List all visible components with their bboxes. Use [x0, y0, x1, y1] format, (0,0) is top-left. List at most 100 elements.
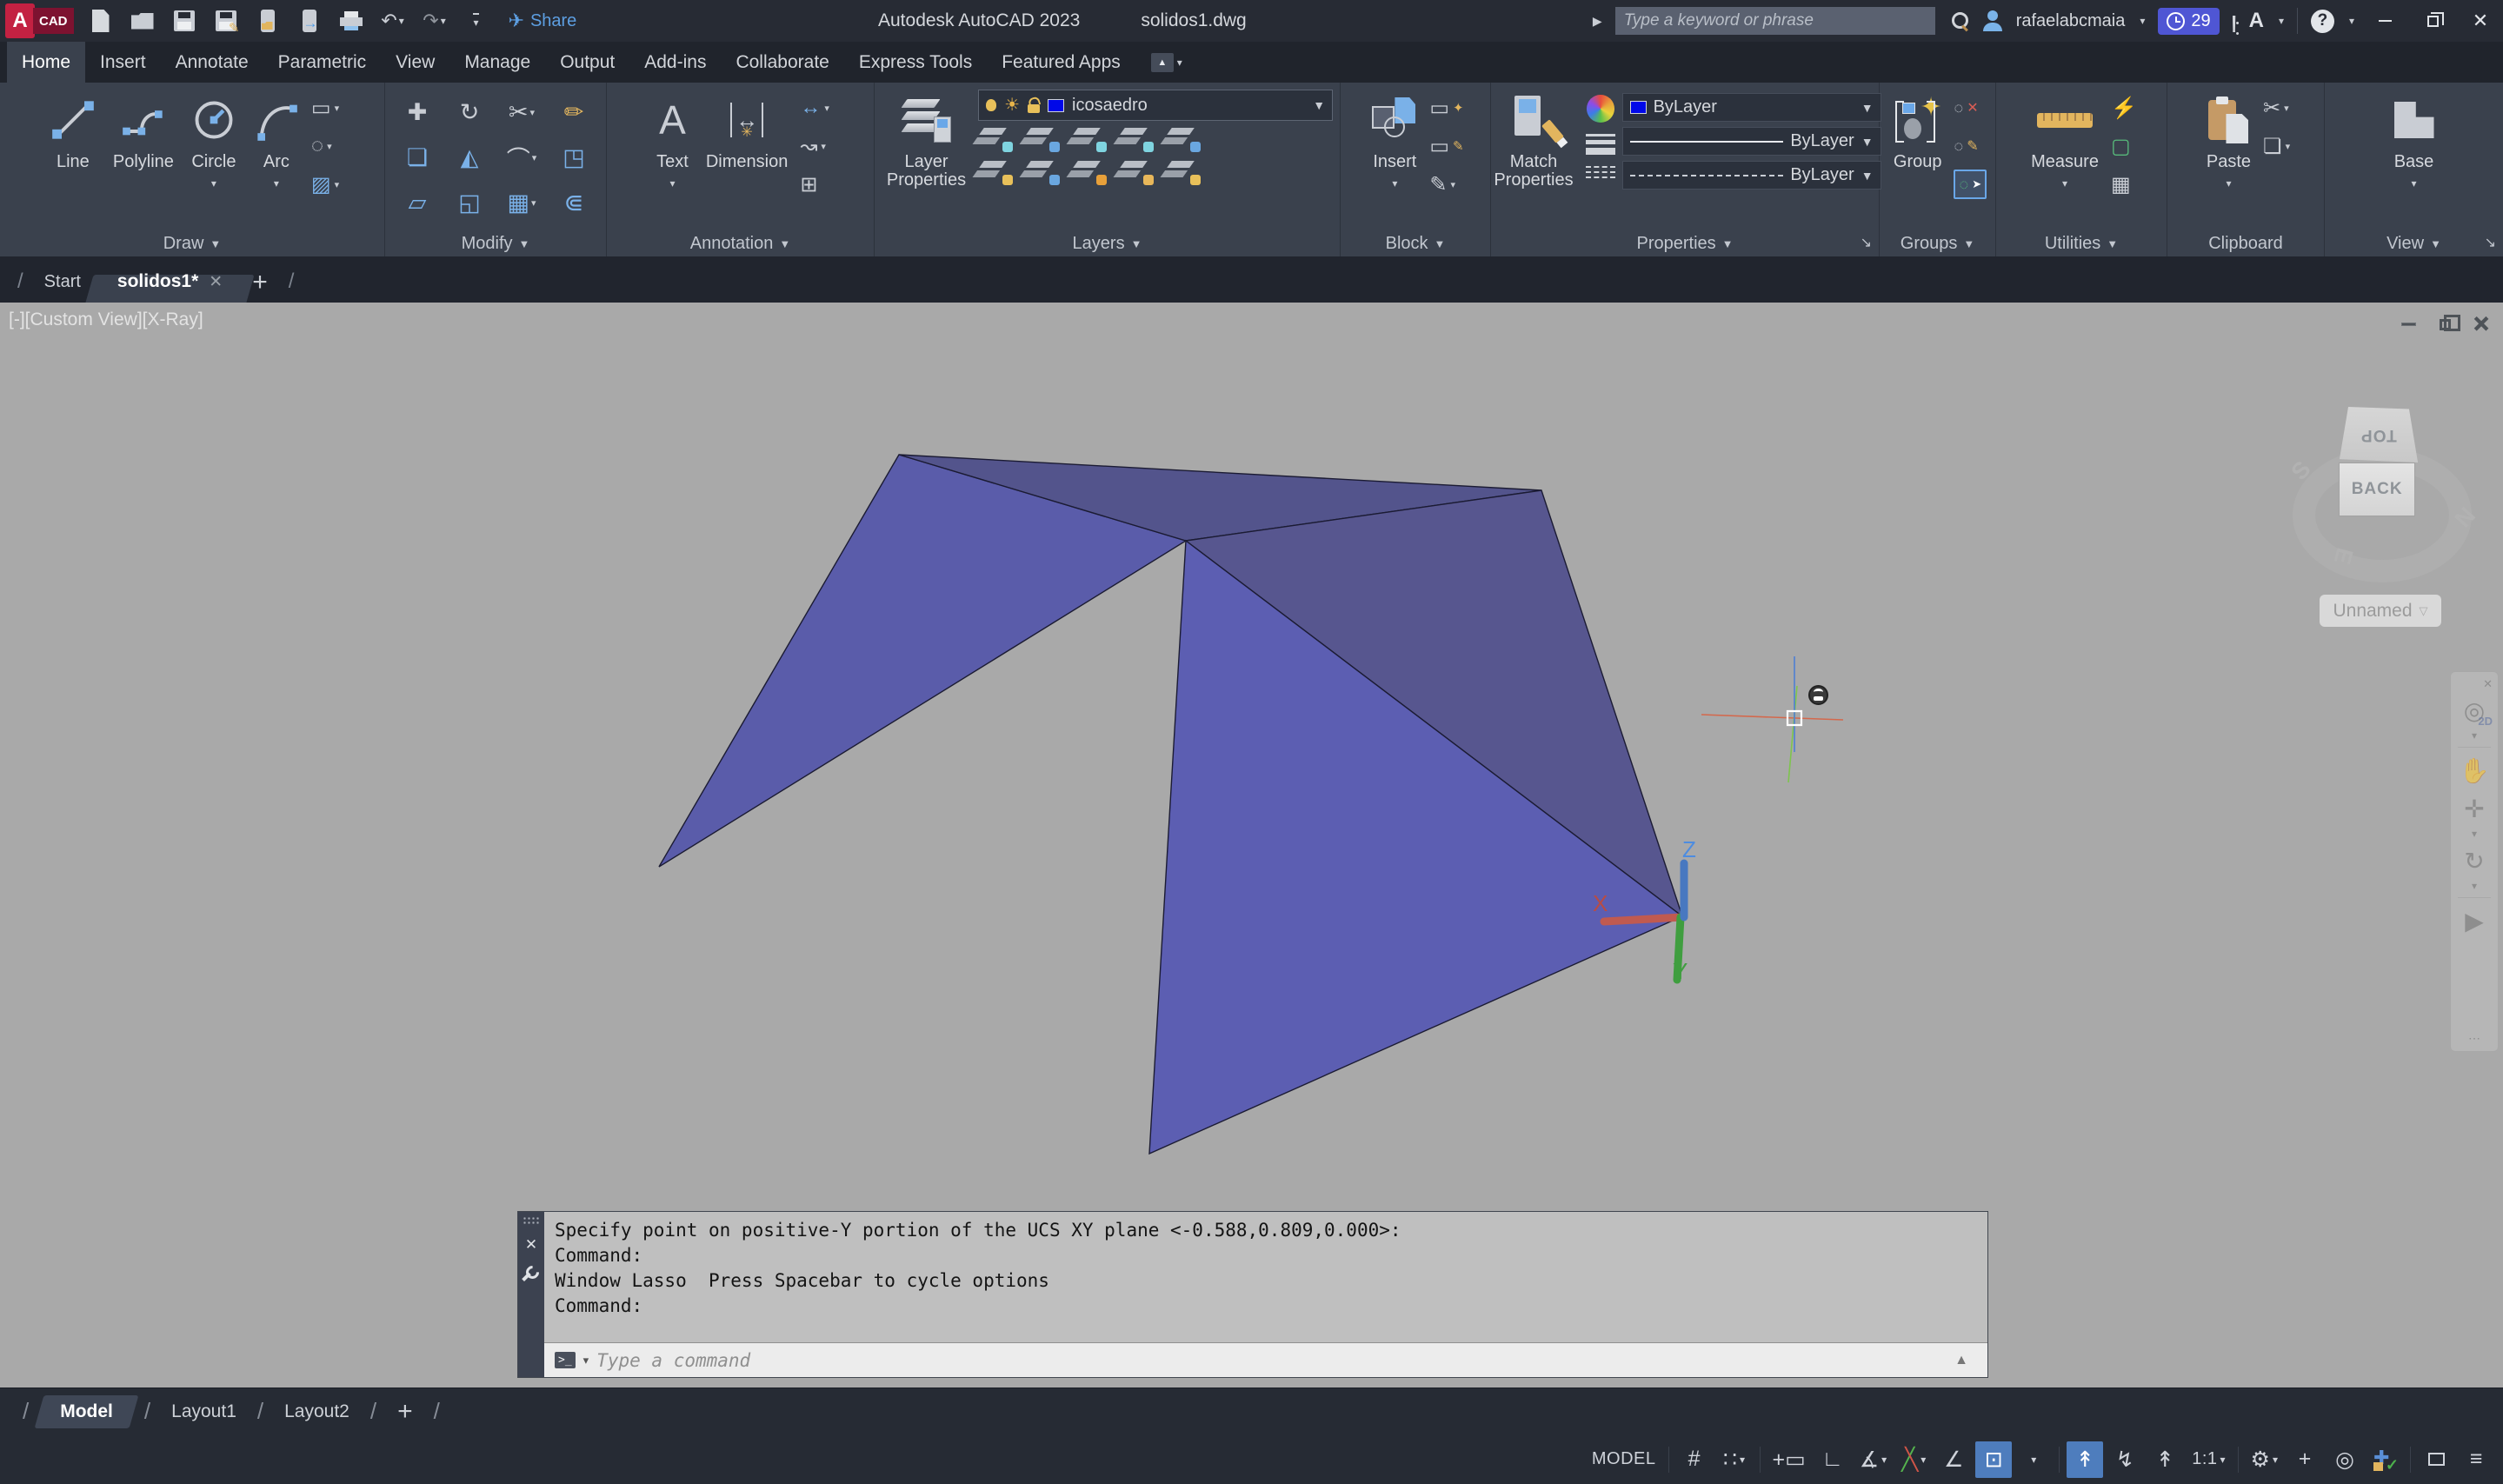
tab-home[interactable]: Home [7, 42, 85, 83]
measure-dropdown-icon[interactable]: ▾ [2062, 177, 2067, 190]
navbar-close-icon[interactable]: ✕ [2483, 677, 2493, 691]
user-avatar-icon[interactable] [1982, 10, 2003, 31]
command-input[interactable]: Type a command [596, 1350, 1947, 1371]
save-as-button[interactable]: ✎ [211, 5, 241, 37]
workspace-switching-button[interactable]: ⚙▾ [2246, 1441, 2283, 1478]
steering-wheel-button[interactable]: ◎2D [2451, 691, 2498, 729]
trial-days-badge[interactable]: 29 [2158, 8, 2219, 35]
layer-dropdown[interactable]: ☀ icosaedro ▼ [978, 90, 1333, 121]
hatch-button[interactable]: ▨▾ [311, 170, 339, 199]
ribbon-collapse-button[interactable]: ▲ ▾ [1151, 42, 1182, 83]
layer-unisolate-button[interactable] [1025, 161, 1060, 183]
copy-button[interactable]: ❏ [407, 144, 428, 171]
text-dropdown-icon[interactable]: ▾ [669, 177, 675, 190]
file-tab-start[interactable]: Start [32, 272, 93, 303]
layer-on-button[interactable] [978, 161, 1013, 183]
autocad-logo[interactable]: A CAD [5, 3, 74, 38]
viewport-close-button[interactable]: ✕ [2470, 315, 2493, 334]
text-button[interactable]: A Text ▾ [651, 90, 694, 230]
minimize-button[interactable] [2367, 5, 2402, 37]
polyline-button[interactable]: Polyline [108, 90, 179, 230]
layer-lock-button[interactable] [1119, 128, 1154, 150]
trim-button[interactable]: ✂▾ [509, 99, 535, 126]
annotation-visibility-toggle[interactable]: ↟ [2067, 1441, 2103, 1478]
tab-view[interactable]: View [381, 42, 449, 83]
viewport-minimize-button[interactable] [2397, 315, 2420, 334]
color-wheel-icon[interactable] [1587, 95, 1614, 123]
tab-output[interactable]: Output [545, 42, 629, 83]
viewcube-back-face[interactable]: BACK [2339, 463, 2415, 516]
create-block-button[interactable]: ▭✦ [1429, 93, 1463, 123]
viewcube[interactable]: TOP BACK [2339, 407, 2419, 517]
table-button[interactable]: ⊞ [800, 170, 829, 199]
tab-collaborate[interactable]: Collaborate [721, 42, 843, 83]
panel-title-properties[interactable]: Properties▼ [1491, 230, 1879, 256]
line-button[interactable]: Line [45, 90, 101, 230]
rectangle-button[interactable]: ▭▾ [311, 93, 339, 123]
object-snap-dropdown[interactable]: ▾ [2015, 1441, 2052, 1478]
graphics-performance-button[interactable]: ✚✓ [2367, 1441, 2403, 1478]
undo-dropdown[interactable]: ▾ [399, 15, 404, 27]
layer-match-button[interactable] [1166, 161, 1201, 183]
group-edit-button[interactable]: ◌✎ [1954, 131, 1987, 161]
share-button[interactable]: ✈ Share [509, 10, 577, 32]
annotation-scale-icon-button[interactable]: ↟ [2147, 1441, 2183, 1478]
group-button[interactable]: ✦ Group [1888, 90, 1947, 230]
tab-layout1[interactable]: Layout1 [161, 1401, 247, 1422]
panel-title-clipboard[interactable]: Clipboard [2167, 230, 2324, 256]
make-current-button[interactable] [1166, 128, 1201, 150]
close-button[interactable]: ✕ [2463, 5, 2498, 37]
stretch-button[interactable]: ▱ [409, 190, 427, 216]
select-similar-button[interactable]: ▢ [2111, 131, 2137, 161]
explode-button[interactable]: ◳ [563, 144, 585, 171]
annotation-monitor-button[interactable]: + [2287, 1441, 2323, 1478]
ortho-mode-toggle[interactable]: ∟ [1814, 1441, 1851, 1478]
command-expand-icon[interactable]: ▲ [1954, 1353, 1977, 1368]
panel-title-layers[interactable]: Layers▼ [875, 230, 1340, 256]
isolate-objects-button[interactable]: ◎ [2327, 1441, 2363, 1478]
tab-model[interactable]: Model [39, 1393, 134, 1431]
layer-thaw-button[interactable] [1072, 161, 1107, 183]
lineweight-icon[interactable] [1586, 134, 1615, 155]
new-file-button[interactable] [86, 5, 116, 37]
recent-commands-dropdown[interactable]: ▾ [583, 1354, 589, 1368]
erase-button[interactable]: ✏ [564, 99, 584, 126]
scale-button[interactable]: ◱ [458, 190, 481, 216]
group-selection-toggle[interactable]: ◌➤ [1954, 170, 1987, 199]
open-from-web-mobile-button[interactable] [253, 5, 283, 37]
fillet-button[interactable]: ⌒▾ [507, 141, 537, 175]
user-name[interactable]: rafaelabcmaia [2016, 11, 2126, 31]
tab-layout2[interactable]: Layout2 [274, 1401, 360, 1422]
annotation-autoscale-toggle[interactable]: ↯ [2107, 1441, 2143, 1478]
save-button[interactable] [170, 5, 199, 37]
redo-button[interactable]: ↷▾ [420, 5, 449, 37]
user-dropdown-icon[interactable]: ▾ [2140, 15, 2145, 27]
paste-button[interactable]: Paste ▾ [2201, 90, 2256, 230]
layer-isolate-button[interactable] [1025, 128, 1060, 150]
object-snap-tracking-toggle[interactable]: ∠ [1935, 1441, 1972, 1478]
viewcube-view-name-dropdown[interactable]: Unnamed ▽ [2320, 595, 2441, 627]
tab-manage[interactable]: Manage [449, 42, 545, 83]
store-button[interactable] [2233, 10, 2236, 31]
tab-featured-apps[interactable]: Featured Apps [987, 42, 1135, 83]
command-settings-wrench-icon[interactable] [523, 1266, 539, 1281]
linetype-dropdown[interactable]: ByLayer ▼ [1622, 161, 1881, 190]
orbit-dropdown[interactable]: ▾ [2472, 880, 2477, 894]
redo-dropdown[interactable]: ▾ [441, 15, 446, 27]
circle-dropdown-icon[interactable]: ▾ [211, 177, 216, 190]
lineweight-dropdown[interactable]: ByLayer ▼ [1622, 127, 1881, 156]
viewcube-top-face[interactable]: TOP [2339, 407, 2419, 463]
model-space-indicator[interactable]: MODEL [1587, 1441, 1661, 1478]
file-tab-close-icon[interactable]: ✕ [209, 272, 223, 292]
quick-select-button[interactable]: ⚡ [2111, 93, 2137, 123]
revision-cloud-button[interactable]: ◌▾ [311, 131, 339, 161]
autodesk-apps-dropdown[interactable]: ▾ [2279, 15, 2284, 27]
rotate-button[interactable]: ↻ [460, 99, 480, 126]
match-properties-button[interactable]: Match Properties [1488, 90, 1578, 230]
arc-button[interactable]: Arc ▾ [249, 90, 304, 230]
customization-menu-button[interactable]: ≡ [2458, 1441, 2494, 1478]
annotation-scale-dropdown[interactable]: 1:1▾ [2187, 1441, 2230, 1478]
move-button[interactable]: ✚ [408, 99, 428, 126]
object-snap-toggle[interactable]: ⊡ [1975, 1441, 2012, 1478]
snap-mode-toggle[interactable]: ∷▾ [1716, 1441, 1753, 1478]
